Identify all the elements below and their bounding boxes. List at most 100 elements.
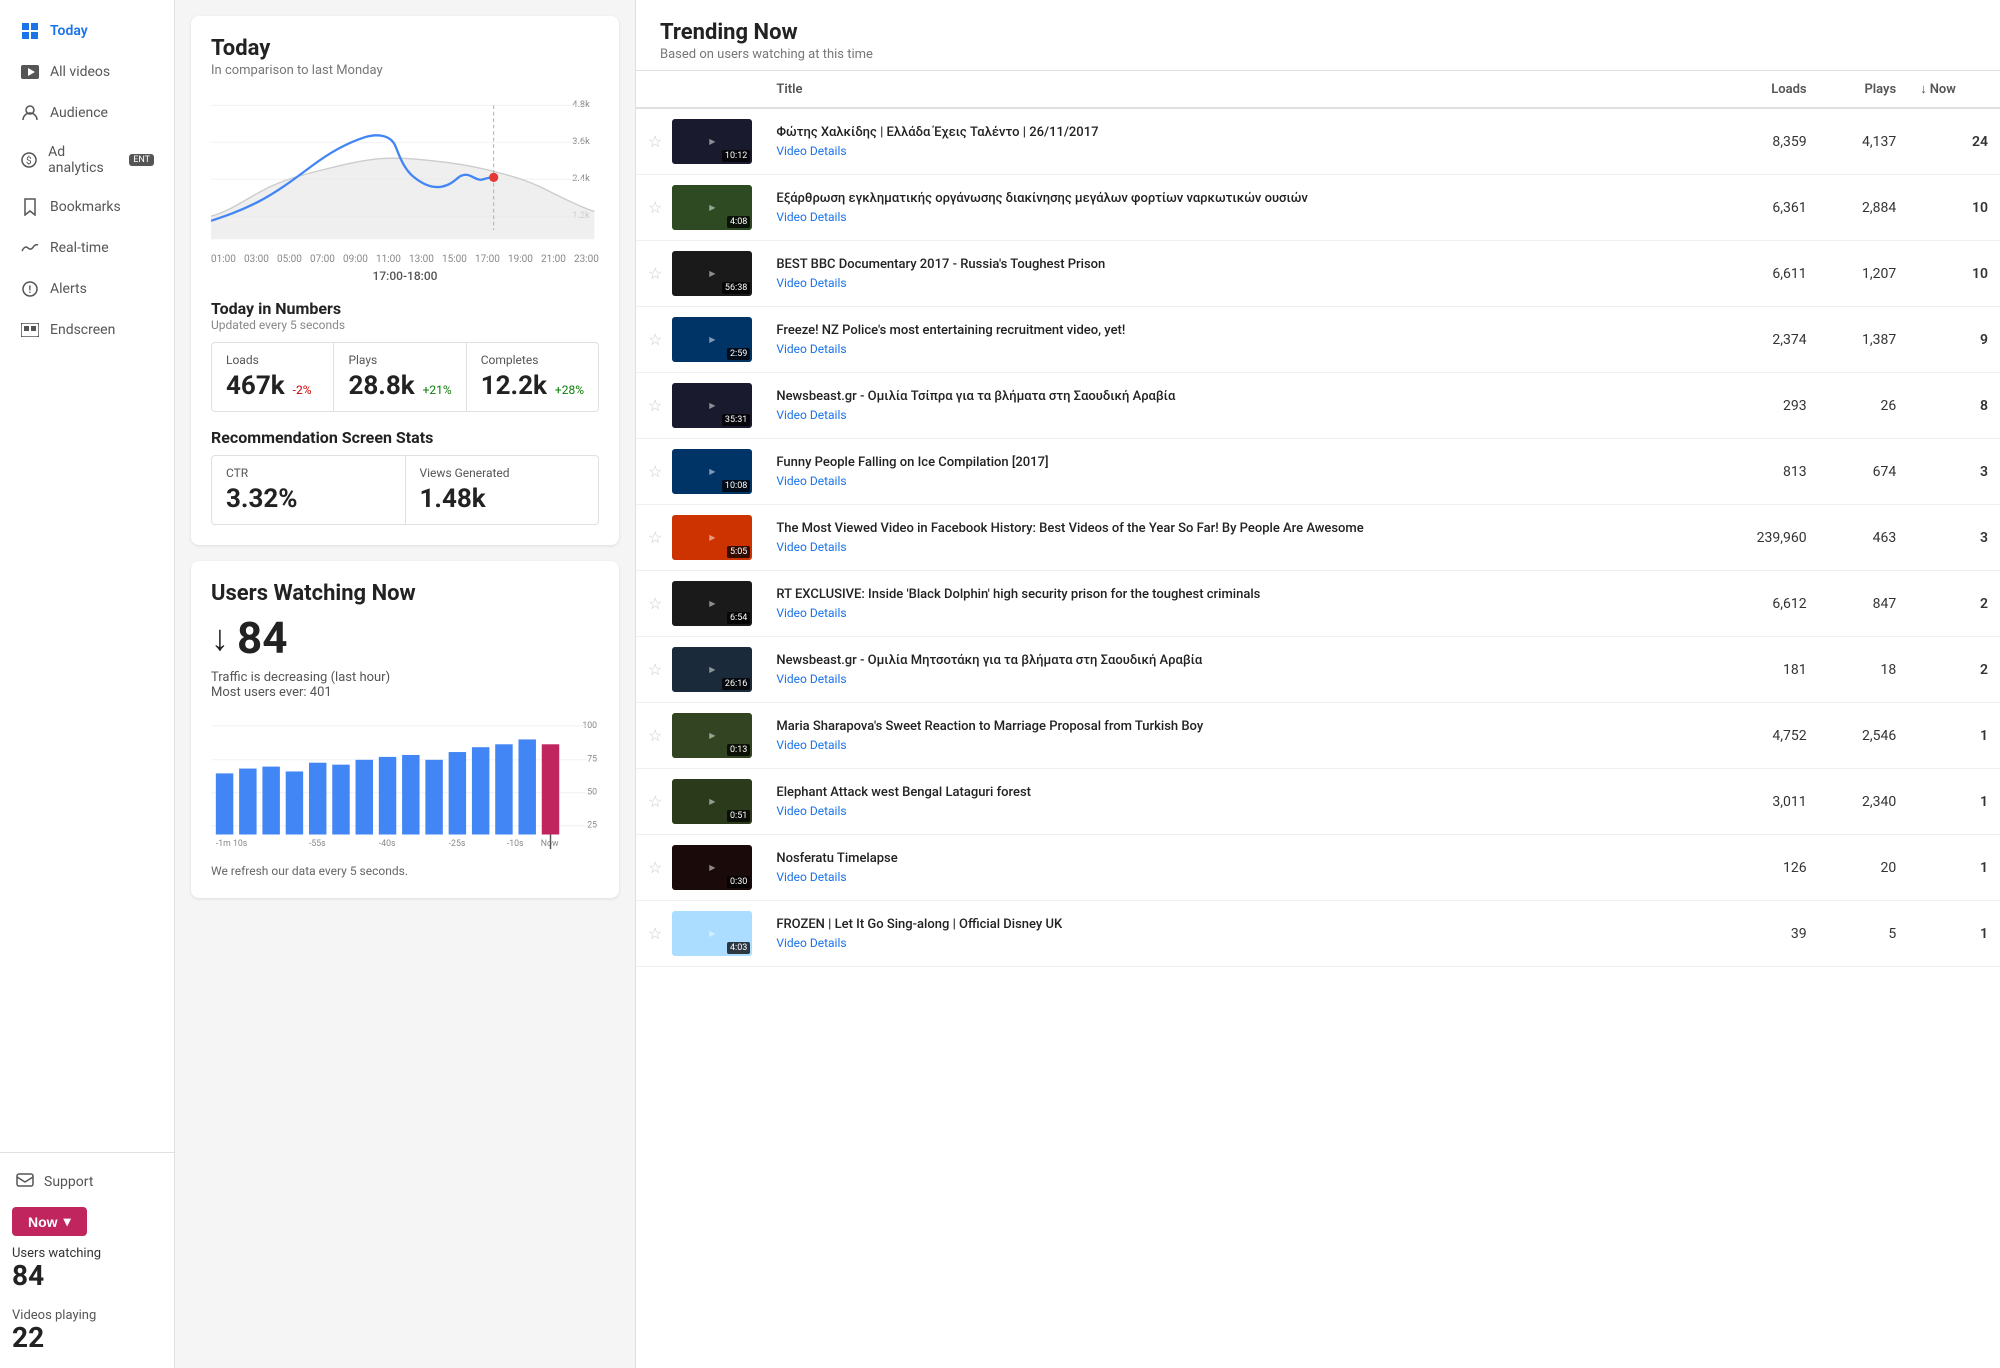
- video-thumbnail: ▶ 10:12: [672, 119, 752, 164]
- star-icon[interactable]: ☆: [648, 198, 662, 217]
- table-cell-now: 2: [1908, 571, 2000, 637]
- sidebar-item-ad-analytics[interactable]: $ Ad analytics ENT: [4, 134, 170, 186]
- table-row: ☆ ▶ 2:59 Freeze! NZ Police's most entert…: [636, 307, 2000, 373]
- video-details-link[interactable]: Video Details: [776, 474, 1693, 488]
- views-generated-metric: Views Generated 1.48k: [406, 456, 599, 524]
- table-cell-title: BEST BBC Documentary 2017 - Russia's Tou…: [764, 241, 1705, 307]
- star-icon[interactable]: ☆: [648, 858, 662, 877]
- video-thumbnail: ▶ 4:03: [672, 911, 752, 956]
- table-row: ☆ ▶ 6:54 RT EXCLUSIVE: Inside 'Black Dol…: [636, 571, 2000, 637]
- sidebar-item-endscreen[interactable]: Endscreen: [4, 310, 170, 350]
- loads-label: Loads: [226, 353, 319, 367]
- sidebar-users-watching: Users watching 84: [12, 1242, 162, 1296]
- table-row: ☆ ▶ 0:13 Maria Sharapova's Sweet Reactio…: [636, 703, 2000, 769]
- sidebar-item-all-videos[interactable]: All videos: [4, 52, 170, 92]
- star-icon[interactable]: ☆: [648, 264, 662, 283]
- table-row: ☆ ▶ 0:30 Nosferatu Timelapse Video Detai…: [636, 835, 2000, 901]
- loads-metric: Loads 467k -2%: [212, 343, 334, 411]
- table-cell-plays: 26: [1819, 373, 1909, 439]
- table-cell-plays: 2,340: [1819, 769, 1909, 835]
- video-details-link[interactable]: Video Details: [776, 672, 1693, 686]
- video-details-link[interactable]: Video Details: [776, 738, 1693, 752]
- video-details-link[interactable]: Video Details: [776, 276, 1693, 290]
- table-cell-title: Elephant Attack west Bengal Lataguri for…: [764, 769, 1705, 835]
- video-thumbnail: ▶ 0:51: [672, 779, 752, 824]
- star-icon[interactable]: ☆: [648, 660, 662, 679]
- star-icon[interactable]: ☆: [648, 594, 662, 613]
- rec-stats-title: Recommendation Screen Stats: [211, 428, 599, 447]
- star-icon[interactable]: ☆: [648, 792, 662, 811]
- sidebar-item-label-alerts: Alerts: [50, 281, 87, 297]
- svg-text:!: !: [29, 285, 32, 296]
- star-icon[interactable]: ☆: [648, 132, 662, 151]
- video-details-link[interactable]: Video Details: [776, 540, 1693, 554]
- video-details-link[interactable]: Video Details: [776, 342, 1693, 356]
- trending-table-body: ☆ ▶ 10:12 Φώτης Χαλκίδης | Ελλάδα Έχεις …: [636, 108, 2000, 967]
- star-icon[interactable]: ☆: [648, 330, 662, 349]
- table-cell-title: Εξάρθρωση εγκληματικής οργάνωσης διακίνη…: [764, 175, 1705, 241]
- video-details-link[interactable]: Video Details: [776, 144, 1693, 158]
- plays-change: +21%: [423, 383, 452, 397]
- table-cell-star-thumb: ☆ ▶ 4:08: [636, 175, 764, 241]
- video-title: Funny People Falling on Ice Compilation …: [776, 455, 1693, 472]
- table-cell-now: 1: [1908, 835, 2000, 901]
- table-cell-plays: 20: [1819, 835, 1909, 901]
- star-icon[interactable]: ☆: [648, 924, 662, 943]
- table-row: ☆ ▶ 26:16 Newsbeast.gr - Ομιλία Μητσοτάκ…: [636, 637, 2000, 703]
- table-cell-now: 1: [1908, 703, 2000, 769]
- today-card-title: Today: [211, 36, 599, 61]
- star-icon[interactable]: ☆: [648, 396, 662, 415]
- support-item[interactable]: Support: [12, 1163, 162, 1201]
- video-title: FROZEN | Let It Go Sing-along | Official…: [776, 917, 1693, 934]
- completes-value: 12.2k: [481, 371, 547, 401]
- numbers-section: Today in Numbers Updated every 5 seconds…: [211, 299, 599, 525]
- sidebar-item-label-today: Today: [50, 23, 88, 39]
- uwn-traffic-desc: Traffic is decreasing (last hour): [211, 670, 599, 685]
- video-duration: 0:51: [727, 810, 750, 822]
- completes-change: +28%: [555, 383, 584, 397]
- endscreen-icon: [20, 320, 40, 340]
- star-icon[interactable]: ☆: [648, 528, 662, 547]
- table-row: ☆ ▶ 10:12 Φώτης Χαλκίδης | Ελλάδα Έχεις …: [636, 108, 2000, 175]
- uwn-down-arrow: ↓: [211, 617, 229, 659]
- video-details-link[interactable]: Video Details: [776, 936, 1693, 950]
- video-details-link[interactable]: Video Details: [776, 606, 1693, 620]
- table-cell-loads: 8,359: [1705, 108, 1819, 175]
- video-details-link[interactable]: Video Details: [776, 804, 1693, 818]
- table-cell-loads: 293: [1705, 373, 1819, 439]
- sidebar-item-label-audience: Audience: [50, 105, 108, 121]
- plays-label: Plays: [348, 353, 451, 367]
- audience-icon: [20, 103, 40, 123]
- sidebar-item-bookmarks[interactable]: Bookmarks: [4, 187, 170, 227]
- sidebar-item-real-time[interactable]: Real-time: [4, 228, 170, 268]
- alerts-icon: !: [20, 279, 40, 299]
- star-icon[interactable]: ☆: [648, 462, 662, 481]
- table-cell-loads: 4,752: [1705, 703, 1819, 769]
- uwn-count: 84: [237, 612, 288, 664]
- svg-text:4.8k: 4.8k: [572, 99, 590, 110]
- sidebar: Today All videos Audience: [0, 0, 175, 1368]
- video-details-link[interactable]: Video Details: [776, 408, 1693, 422]
- video-duration: 4:08: [727, 216, 750, 228]
- video-details-link[interactable]: Video Details: [776, 870, 1693, 884]
- table-cell-title: Φώτης Χαλκίδης | Ελλάδα Έχεις Ταλέντο | …: [764, 108, 1705, 175]
- table-cell-plays: 1,207: [1819, 241, 1909, 307]
- table-cell-plays: 4,137: [1819, 108, 1909, 175]
- all-videos-icon: [20, 62, 40, 82]
- sidebar-item-audience[interactable]: Audience: [4, 93, 170, 133]
- table-row: ☆ ▶ 10:08 Funny People Falling on Ice Co…: [636, 439, 2000, 505]
- svg-text:50: 50: [587, 788, 597, 798]
- now-button[interactable]: Now ▾: [12, 1207, 87, 1236]
- table-cell-star-thumb: ☆ ▶ 4:03: [636, 901, 764, 967]
- table-cell-title: Newsbeast.gr - Ομιλία Τσίπρα για τα βλήμ…: [764, 373, 1705, 439]
- table-cell-title: Maria Sharapova's Sweet Reaction to Marr…: [764, 703, 1705, 769]
- video-duration: 4:03: [727, 942, 750, 954]
- table-cell-loads: 6,611: [1705, 241, 1819, 307]
- star-icon[interactable]: ☆: [648, 726, 662, 745]
- table-row: ☆ ▶ 0:51 Elephant Attack west Bengal Lat…: [636, 769, 2000, 835]
- table-cell-plays: 847: [1819, 571, 1909, 637]
- video-details-link[interactable]: Video Details: [776, 210, 1693, 224]
- table-cell-title: Funny People Falling on Ice Compilation …: [764, 439, 1705, 505]
- sidebar-item-today[interactable]: Today: [4, 11, 170, 51]
- sidebar-item-alerts[interactable]: ! Alerts: [4, 269, 170, 309]
